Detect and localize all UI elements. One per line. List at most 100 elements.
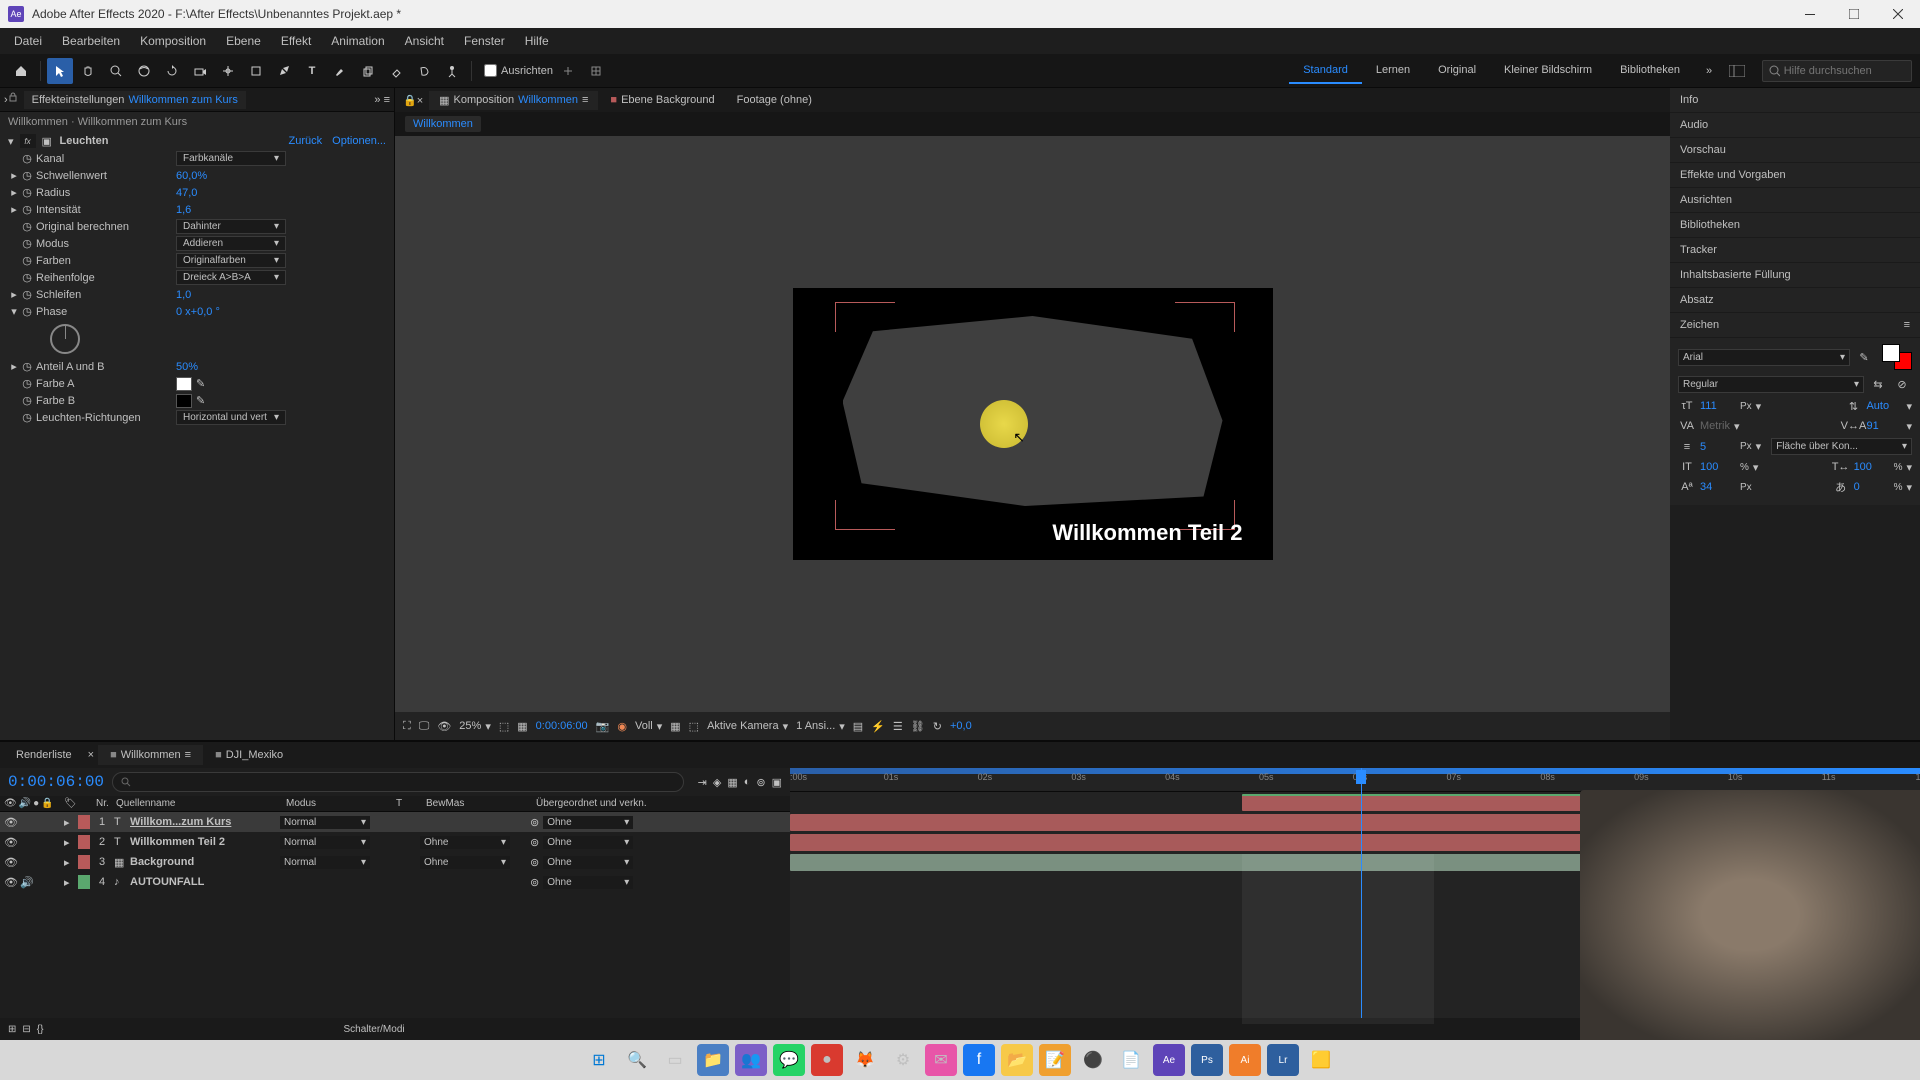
zoom-tool-icon[interactable] — [103, 58, 129, 84]
tb-teams-icon[interactable]: 👥 — [735, 1044, 767, 1076]
parent-dropdown[interactable]: Ohne▾ — [543, 836, 633, 849]
monitor-icon[interactable]: 🖵 — [419, 720, 430, 733]
eraser-tool-icon[interactable] — [383, 58, 409, 84]
comp-tab-willkommen[interactable]: ▦ Komposition Willkommen ≡ — [429, 91, 598, 110]
tl-icon-graph[interactable]: ◈ — [713, 776, 721, 789]
layer-name[interactable]: Willkom...zum Kurs — [130, 816, 280, 828]
kerning-value[interactable]: Metrik — [1700, 420, 1730, 432]
panel-vorschau[interactable]: Vorschau — [1670, 138, 1920, 163]
hand-tool-icon[interactable] — [75, 58, 101, 84]
col-header-quelle[interactable]: Quellenname — [116, 798, 286, 809]
stopwatch-icon[interactable]: ◷ — [20, 203, 34, 217]
tb-app-icon[interactable]: ● — [811, 1044, 843, 1076]
expand-caret-icon[interactable]: ▸ — [64, 856, 74, 869]
stopwatch-icon[interactable]: ◷ — [20, 360, 34, 374]
tb-search-icon[interactable]: 🔍 — [621, 1044, 653, 1076]
prop-reihenfolge-dropdown[interactable]: Dreieck A>B>A▾ — [176, 270, 286, 285]
baseline-value[interactable]: 34 — [1700, 481, 1736, 493]
tb-lr-icon[interactable]: Lr — [1267, 1044, 1299, 1076]
timeline-layer-row[interactable]: 👁 ▸ 2 T Willkommen Teil 2 Normal▾ Ohne▾ … — [0, 832, 790, 852]
tb-ai-icon[interactable]: Ai — [1229, 1044, 1261, 1076]
layer-color-chip[interactable] — [78, 815, 90, 829]
breadcrumb-item[interactable]: Willkommen — [405, 116, 481, 132]
snap-checkbox[interactable]: Ausrichten — [484, 64, 553, 77]
tl-tab-willkommen[interactable]: ■ Willkommen ≡ — [98, 745, 203, 765]
panel-zeichen-header[interactable]: Zeichen≡ — [1670, 313, 1920, 338]
fast-preview-icon[interactable]: ⚡ — [871, 720, 885, 733]
stopwatch-icon[interactable]: ◷ — [20, 254, 34, 268]
menu-animation[interactable]: Animation — [321, 30, 394, 52]
workspace-reset-icon[interactable] — [1724, 58, 1750, 84]
panel-info[interactable]: Info — [1670, 88, 1920, 113]
prop-berechnen-dropdown[interactable]: Dahinter▾ — [176, 219, 286, 234]
panel-ausrichten[interactable]: Ausrichten — [1670, 188, 1920, 213]
vscale-value[interactable]: 100 — [1700, 461, 1736, 473]
tb-messenger-icon[interactable]: ✉ — [925, 1044, 957, 1076]
stopwatch-icon[interactable]: ◷ — [20, 271, 34, 285]
shape-tool-icon[interactable] — [243, 58, 269, 84]
parent-dropdown[interactable]: Ohne▾ — [543, 816, 633, 829]
parent-dropdown[interactable]: Ohne▾ — [543, 856, 633, 869]
lock-col-icon[interactable]: 🔒 — [41, 798, 53, 809]
help-search[interactable] — [1762, 60, 1912, 82]
menu-komposition[interactable]: Komposition — [130, 30, 216, 52]
home-icon[interactable] — [8, 58, 34, 84]
stopwatch-icon[interactable]: ◷ — [20, 220, 34, 234]
blend-mode-dropdown[interactable]: Normal▾ — [280, 836, 370, 849]
timeline-icon[interactable]: ☰ — [893, 720, 903, 733]
prop-anteil-value[interactable]: 50% — [176, 361, 198, 373]
prop-richtungen-dropdown[interactable]: Horizontal und vert▾ — [176, 410, 286, 425]
rotation-tool-icon[interactable] — [159, 58, 185, 84]
eyedropper-icon[interactable]: ✎ — [196, 377, 205, 390]
expand-caret-icon[interactable]: ▸ — [8, 360, 20, 373]
flowchart-icon[interactable]: ⛓ — [911, 720, 925, 733]
eye-icon[interactable]: 👁 — [4, 816, 18, 829]
zoom-dropdown[interactable]: 25% ▾ — [459, 720, 491, 733]
font-family-dropdown[interactable]: Arial▾ — [1678, 349, 1850, 366]
tb-folder-icon[interactable]: 📂 — [1001, 1044, 1033, 1076]
tb-notepad-icon[interactable]: 📄 — [1115, 1044, 1147, 1076]
snap-grid-icon[interactable] — [583, 58, 609, 84]
phase-dial[interactable] — [50, 324, 80, 354]
solo-col-icon[interactable]: ● — [33, 798, 39, 809]
close-button[interactable] — [1884, 4, 1912, 24]
expand-caret-icon[interactable]: ▸ — [8, 288, 20, 301]
views-dropdown[interactable]: 1 Ansi... ▾ — [796, 720, 845, 733]
panel-lock-icon[interactable] — [8, 92, 24, 108]
clone-tool-icon[interactable] — [355, 58, 381, 84]
help-search-input[interactable] — [1784, 65, 1905, 77]
col-header-modus[interactable]: Modus — [286, 798, 396, 809]
prop-phase-value[interactable]: 0 x+0,0 ° — [176, 306, 220, 318]
tl-tab-dji[interactable]: ■ DJI_Mexiko — [203, 745, 295, 765]
fill-stroke-swatches[interactable] — [1882, 344, 1912, 370]
prop-schleifen-value[interactable]: 1,0 — [176, 289, 191, 301]
camera-dropdown[interactable]: Aktive Kamera ▾ — [707, 720, 788, 733]
tl-icon-motion-blur[interactable]: ◐ — [744, 776, 751, 789]
parent-pick-icon[interactable]: ⊚ — [530, 876, 539, 889]
effect-header[interactable]: ▾ fx ▣ Leuchten Zurück Optionen... — [0, 132, 394, 150]
panel-fuellung[interactable]: Inhaltsbasierte Füllung — [1670, 263, 1920, 288]
prop-farben-dropdown[interactable]: Originalfarben▾ — [176, 253, 286, 268]
tb-explorer-icon[interactable]: 📁 — [697, 1044, 729, 1076]
eyedropper-icon[interactable]: ✎ — [196, 394, 205, 407]
panel-audio[interactable]: Audio — [1670, 113, 1920, 138]
panel-menu-icon[interactable]: ≡ — [1904, 319, 1910, 331]
fx-badge-icon[interactable]: fx — [20, 134, 36, 148]
eye-icon[interactable]: 👁 — [4, 856, 18, 869]
parent-pick-icon[interactable]: ⊚ — [530, 856, 539, 869]
prop-intensitaet-value[interactable]: 1,6 — [176, 204, 191, 216]
tracking-value[interactable]: 91 — [1866, 420, 1902, 432]
fit-icon[interactable]: ⛶ — [403, 720, 411, 733]
stopwatch-icon[interactable]: ◷ — [20, 394, 34, 408]
grid-icon[interactable]: ▦ — [517, 720, 527, 733]
stopwatch-icon[interactable]: ◷ — [20, 377, 34, 391]
stopwatch-icon[interactable]: ◷ — [20, 152, 34, 166]
font-weight-dropdown[interactable]: Regular▾ — [1678, 376, 1864, 393]
brush-tool-icon[interactable] — [327, 58, 353, 84]
eye-icon[interactable]: 👁 — [4, 836, 18, 849]
timeline-layer-row[interactable]: 👁 ▸ 3 ▦ Background Normal▾ Ohne▾ ⊚ Ohne▾ — [0, 852, 790, 872]
camera-tool-icon[interactable] — [187, 58, 213, 84]
timecode-display[interactable]: 0:00:06:00 — [536, 720, 588, 732]
timeline-ruler[interactable]: :00s01s02s03s04s05s06s07s08s09s10s11s12s — [790, 768, 1920, 792]
col-header-t[interactable]: T — [396, 798, 426, 809]
